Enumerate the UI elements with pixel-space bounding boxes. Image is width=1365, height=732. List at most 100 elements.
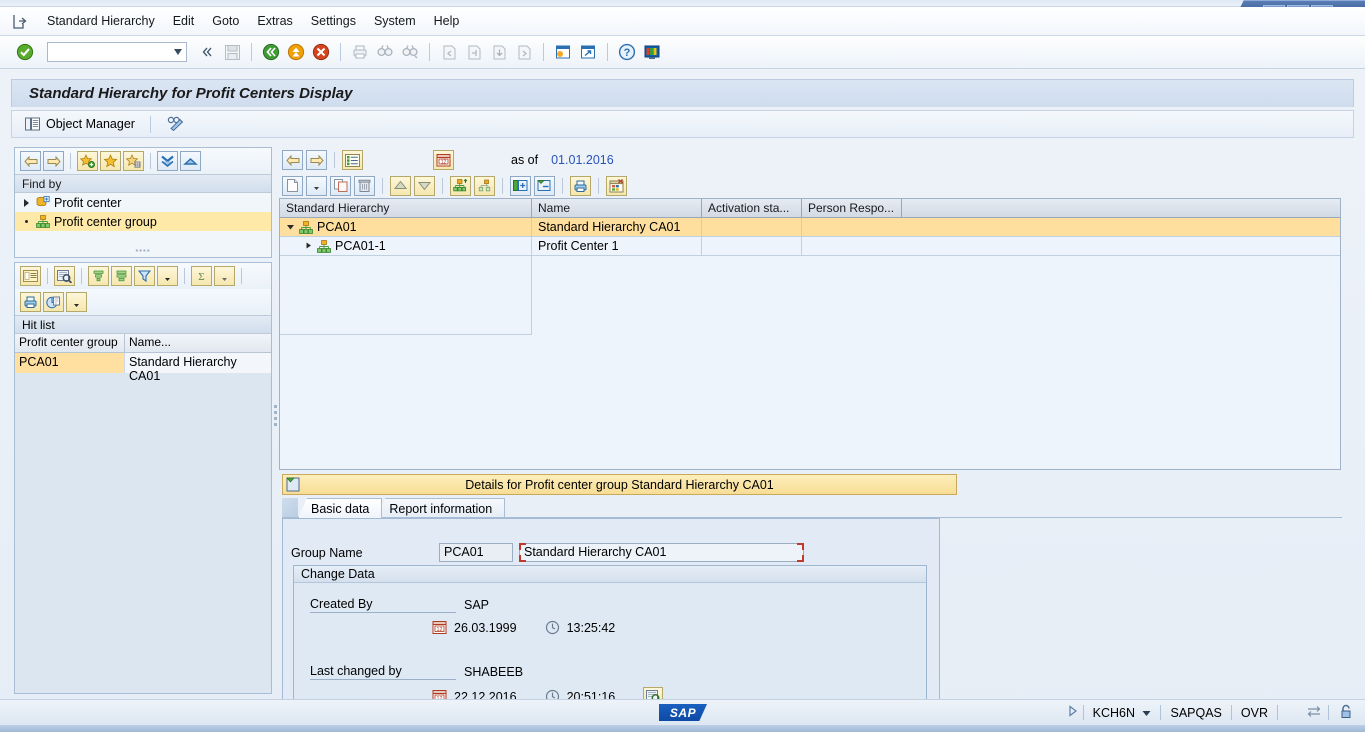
expand-subtree-button[interactable] — [510, 175, 531, 196]
move-up-button[interactable] — [390, 175, 411, 196]
tab-basic-data[interactable]: Basic data — [298, 498, 383, 518]
find-by-item-profit-center[interactable]: Profit center — [15, 193, 271, 212]
hit-list-cell-name[interactable]: Standard Hierarchy CA01 — [125, 353, 271, 383]
previous-node-button[interactable] — [282, 150, 303, 170]
next-node-button[interactable] — [306, 150, 327, 170]
print-hitlist-button[interactable] — [20, 292, 41, 312]
unassign-node-button[interactable] — [474, 175, 495, 196]
tree-cell-name[interactable]: Standard Hierarchy CA01 — [532, 218, 702, 236]
exit-icon[interactable] — [285, 41, 307, 63]
collapse-subtree-button[interactable] — [534, 175, 555, 196]
expand-triangle-icon[interactable] — [304, 239, 313, 253]
cancel-icon[interactable] — [310, 41, 332, 63]
export-dropdown-button[interactable] — [66, 292, 87, 312]
filter-dropdown-button[interactable] — [157, 266, 178, 286]
hierarchy-overview-button[interactable] — [342, 150, 363, 170]
menu-item-system[interactable]: System — [365, 11, 425, 31]
filter-button[interactable] — [134, 266, 155, 286]
system-menu-icon[interactable] — [8, 11, 30, 31]
tree-cell-activation[interactable] — [702, 237, 802, 255]
panel-resize-handle[interactable]: ▪▪▪▪ — [135, 246, 150, 255]
menu-item-help[interactable]: Help — [425, 11, 469, 31]
menu-item-settings[interactable]: Settings — [302, 11, 365, 31]
search-hitlist-button[interactable] — [54, 266, 75, 286]
find-next-icon[interactable] — [399, 41, 421, 63]
back-arrow-button[interactable] — [20, 151, 41, 171]
group-description-input[interactable]: Standard Hierarchy CA01 — [519, 543, 804, 562]
menu-item-goto[interactable]: Goto — [203, 11, 248, 31]
create-node-dropdown-button[interactable] — [306, 175, 327, 196]
enter-check-icon[interactable] — [14, 41, 36, 63]
tree-row[interactable]: PCA01 Standard Hierarchy CA01 — [280, 218, 1340, 237]
create-node-button[interactable] — [282, 175, 303, 196]
back-icon[interactable] — [260, 41, 282, 63]
find-icon[interactable] — [374, 41, 396, 63]
expand-triangle-icon[interactable] — [21, 198, 32, 207]
tree-cell-node[interactable]: PCA01-1 — [280, 237, 532, 255]
glasses-pencil-icon[interactable] — [166, 115, 186, 134]
tree-cell-node[interactable]: PCA01 — [280, 218, 532, 236]
save-icon[interactable] — [221, 41, 243, 63]
tree-cell-name[interactable]: Profit Center 1 — [532, 237, 702, 255]
chevron-down-icon[interactable] — [174, 49, 182, 55]
create-session-icon[interactable] — [552, 41, 574, 63]
assign-node-button[interactable] — [450, 175, 471, 196]
favorite-button[interactable] — [100, 151, 121, 171]
column-header-name[interactable]: Name — [532, 199, 702, 217]
lock-icon[interactable] — [1329, 704, 1365, 722]
tree-row[interactable]: PCA01-1 Profit Center 1 — [280, 237, 1340, 256]
detail-view-button[interactable] — [20, 266, 41, 286]
key-date-button[interactable]: 12 — [433, 150, 454, 170]
previous-page-icon[interactable] — [463, 41, 485, 63]
tab-report-information[interactable]: Report information — [376, 498, 506, 518]
collapse-toolbar-icon[interactable] — [196, 41, 218, 63]
export-button[interactable] — [43, 292, 64, 312]
clock-icon[interactable] — [545, 620, 560, 635]
customize-layout-icon[interactable] — [641, 41, 663, 63]
delete-assignment-button[interactable] — [606, 175, 627, 196]
create-shortcut-icon[interactable] — [577, 41, 599, 63]
tree-cell-person[interactable] — [802, 218, 1340, 236]
next-page-icon[interactable] — [488, 41, 510, 63]
find-by-item-profit-center-group[interactable]: Profit center group — [15, 212, 271, 231]
collapse-all-button[interactable] — [180, 151, 201, 171]
column-header-profit-center-group[interactable]: Profit center group — [15, 334, 125, 352]
column-header-standard-hierarchy[interactable]: Standard Hierarchy — [280, 199, 532, 217]
column-header-person-responsible[interactable]: Person Respo... — [802, 199, 902, 217]
total-sum-dropdown-button[interactable] — [214, 266, 235, 286]
column-header-activation-status[interactable]: Activation sta... — [702, 199, 802, 217]
command-field[interactable] — [47, 42, 187, 62]
vertical-splitter[interactable] — [272, 395, 278, 435]
sort-ascending-button[interactable] — [88, 266, 109, 286]
group-code-input[interactable]: PCA01 — [439, 543, 513, 562]
print-hierarchy-button[interactable] — [570, 175, 591, 196]
help-icon[interactable]: ? — [616, 41, 638, 63]
last-page-icon[interactable] — [513, 41, 535, 63]
hit-list-row[interactable]: PCA01 Standard Hierarchy CA01 — [15, 353, 271, 383]
move-down-button[interactable] — [414, 175, 435, 196]
add-favorite-button[interactable] — [77, 151, 98, 171]
expand-all-button[interactable] — [157, 151, 178, 171]
forward-arrow-button[interactable] — [43, 151, 64, 171]
as-of-value[interactable]: 01.01.2016 — [551, 153, 614, 167]
column-header-name[interactable]: Name... — [125, 334, 271, 352]
copy-node-button[interactable] — [330, 175, 351, 196]
collapse-triangle-icon[interactable] — [286, 220, 295, 234]
server-connection-icon[interactable] — [1300, 705, 1328, 721]
menu-item-standard-hierarchy[interactable]: Standard Hierarchy — [38, 11, 164, 31]
total-sum-button[interactable]: Σ — [191, 266, 212, 286]
status-transaction[interactable]: KCH6N — [1084, 706, 1161, 720]
object-manager-button[interactable]: Object Manager — [25, 117, 135, 131]
status-system[interactable]: SAPQAS — [1161, 706, 1230, 720]
calendar-icon[interactable]: 12 — [432, 620, 447, 635]
tree-cell-activation[interactable] — [702, 218, 802, 236]
delete-node-button[interactable] — [354, 175, 375, 196]
delete-favorite-button[interactable] — [123, 151, 144, 171]
status-arrow-icon[interactable] — [1063, 705, 1083, 720]
first-page-icon[interactable] — [438, 41, 460, 63]
sort-descending-button[interactable] — [111, 266, 132, 286]
menu-item-extras[interactable]: Extras — [248, 11, 301, 31]
menu-item-edit[interactable]: Edit — [164, 11, 204, 31]
chevron-down-icon[interactable] — [1142, 706, 1151, 720]
tree-cell-person[interactable] — [802, 237, 1340, 255]
